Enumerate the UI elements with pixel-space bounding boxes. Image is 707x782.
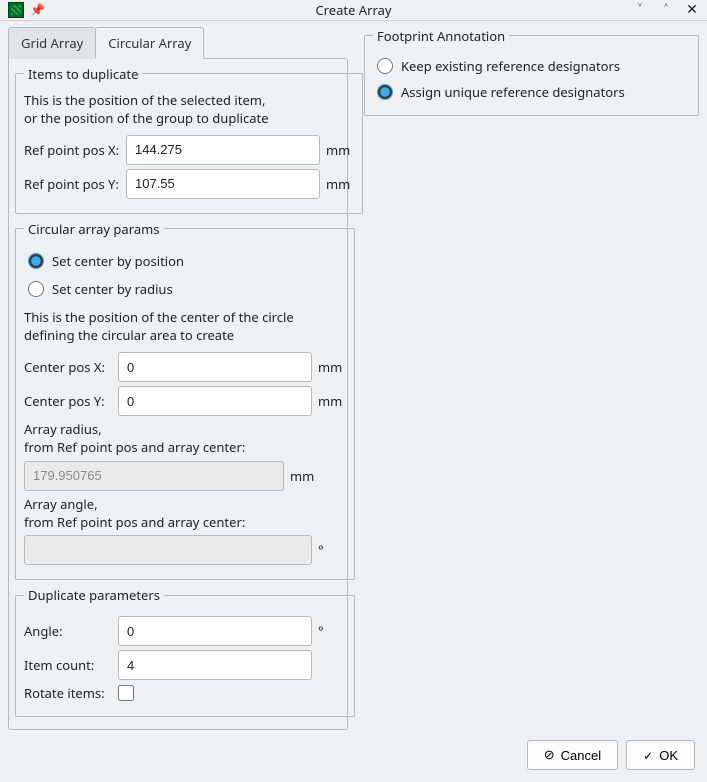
ref-x-unit: mm — [326, 141, 354, 159]
item-count-input[interactable] — [118, 650, 312, 680]
center-y-row: Center pos Y: mm — [24, 386, 346, 416]
items-description: This is the position of the selected ite… — [24, 91, 354, 127]
dup-angle-row: Angle: ° — [24, 616, 346, 646]
array-angle-input — [24, 535, 312, 565]
center-by-position-row: Set center by position — [28, 252, 346, 270]
tab-bar: Grid Array Circular Array — [8, 27, 348, 59]
center-description: This is the position of the center of th… — [24, 308, 346, 344]
ref-y-unit: mm — [326, 175, 354, 193]
content-area: Grid Array Circular Array Items to dupli… — [0, 21, 707, 731]
assign-refs-row: Assign unique reference designators — [377, 83, 690, 101]
radius-row: mm — [24, 461, 346, 491]
array-angle-unit: ° — [318, 541, 346, 559]
check-icon — [643, 748, 653, 763]
window-buttons: ˅ ˄ ✕ — [633, 3, 699, 17]
dup-legend: Duplicate parameters — [24, 586, 164, 604]
titlebar: 📌 Create Array ˅ ˄ ✕ — [0, 0, 707, 21]
ok-button[interactable]: OK — [626, 740, 695, 770]
pin-icon[interactable]: 📌 — [30, 1, 45, 18]
center-y-unit: mm — [318, 392, 346, 410]
ref-y-input[interactable] — [126, 169, 320, 199]
minimize-button[interactable]: ˅ — [633, 3, 647, 17]
tab-grid-array[interactable]: Grid Array — [8, 27, 96, 59]
dup-angle-input[interactable] — [118, 616, 312, 646]
radius-input — [24, 461, 284, 491]
cancel-label: Cancel — [561, 748, 601, 763]
center-x-label: Center pos X: — [24, 358, 112, 376]
keep-refs-row: Keep existing reference designators — [377, 57, 690, 75]
app-icon — [8, 2, 24, 18]
tab-panel-circular: Items to duplicate This is the position … — [8, 58, 348, 731]
dup-angle-unit: ° — [318, 622, 346, 640]
item-count-row: Item count: — [24, 650, 346, 680]
duplicate-params-group: Duplicate parameters Angle: ° Item count… — [15, 586, 355, 717]
radius-label: Array radius, from Ref point pos and arr… — [24, 420, 346, 456]
circular-params-group: Circular array params Set center by posi… — [15, 220, 355, 580]
items-legend: Items to duplicate — [24, 65, 142, 83]
center-by-radius-row: Set center by radius — [28, 280, 346, 298]
assign-refs-radio[interactable] — [377, 84, 393, 100]
center-y-label: Center pos Y: — [24, 392, 112, 410]
keep-refs-radio[interactable] — [377, 58, 393, 74]
assign-refs-label: Assign unique reference designators — [401, 83, 625, 101]
ok-label: OK — [659, 748, 678, 763]
circular-legend: Circular array params — [24, 220, 164, 238]
array-angle-row: ° — [24, 535, 346, 565]
tab-circular-array[interactable]: Circular Array — [95, 27, 204, 59]
rotate-items-checkbox[interactable] — [118, 685, 134, 701]
rotate-items-label: Rotate items: — [24, 684, 112, 702]
keep-refs-label: Keep existing reference designators — [401, 57, 620, 75]
center-x-unit: mm — [318, 358, 346, 376]
cancel-icon — [544, 747, 555, 763]
center-by-position-radio[interactable] — [28, 253, 44, 269]
ref-y-label: Ref point pos Y: — [24, 175, 120, 193]
footprint-annotation-group: Footprint Annotation Keep existing refer… — [364, 27, 699, 116]
rotate-items-row: Rotate items: — [24, 684, 346, 702]
left-column: Grid Array Circular Array Items to dupli… — [8, 27, 348, 731]
center-by-radius-radio[interactable] — [28, 281, 44, 297]
radius-unit: mm — [290, 467, 318, 485]
array-angle-label: Array angle, from Ref point pos and arra… — [24, 495, 346, 531]
close-button[interactable]: ✕ — [685, 3, 699, 17]
dialog-window: 📌 Create Array ˅ ˄ ✕ Grid Array Circular… — [0, 0, 707, 782]
ref-x-input[interactable] — [126, 135, 320, 165]
right-column: Footprint Annotation Keep existing refer… — [364, 27, 699, 731]
dialog-footer: Cancel OK — [0, 730, 707, 782]
center-by-position-label: Set center by position — [52, 252, 184, 270]
item-count-label: Item count: — [24, 656, 112, 674]
cancel-button[interactable]: Cancel — [527, 740, 618, 770]
ref-x-row: Ref point pos X: mm — [24, 135, 354, 165]
maximize-button[interactable]: ˄ — [659, 3, 673, 17]
ref-y-row: Ref point pos Y: mm — [24, 169, 354, 199]
dup-angle-label: Angle: — [24, 622, 112, 640]
annotation-legend: Footprint Annotation — [373, 27, 509, 45]
window-title: Create Array — [0, 1, 707, 19]
center-x-row: Center pos X: mm — [24, 352, 346, 382]
items-to-duplicate-group: Items to duplicate This is the position … — [15, 65, 363, 214]
center-x-input[interactable] — [118, 352, 312, 382]
ref-x-label: Ref point pos X: — [24, 141, 120, 159]
center-by-radius-label: Set center by radius — [52, 280, 173, 298]
center-y-input[interactable] — [118, 386, 312, 416]
